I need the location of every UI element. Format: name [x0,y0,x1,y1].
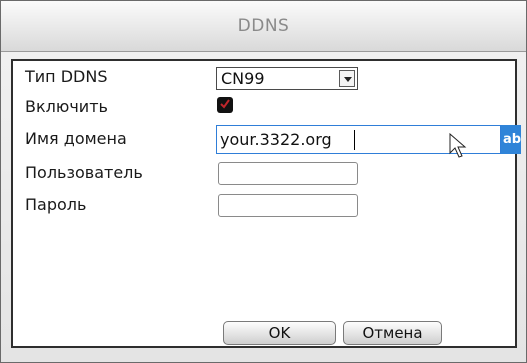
title-bar: DDNS [1,1,526,52]
domain-label: Имя домена [25,129,127,148]
window-title: DDNS [237,16,290,36]
check-icon [220,99,230,109]
enable-label: Включить [25,97,108,116]
user-label: Пользователь [25,163,143,182]
enable-checkbox[interactable] [217,97,233,113]
cancel-button[interactable]: Отмена [343,321,442,345]
ddns-dialog: DDNS Тип DDNS CN99 Включить Имя домена y… [0,0,527,363]
chevron-down-icon[interactable] [339,70,355,87]
text-caret [354,130,355,150]
domain-value: your.3322.org [220,130,332,149]
user-input[interactable] [218,162,358,185]
ddns-type-value: CN99 [221,69,265,88]
password-input[interactable] [218,194,358,217]
ddns-type-label: Тип DDNS [25,67,108,86]
password-label: Пароль [25,195,87,214]
ok-button[interactable]: OK [223,321,336,345]
ddns-type-select[interactable]: CN99 [216,67,358,90]
mouse-pointer-icon [449,133,467,158]
input-mode-badge[interactable]: ab [501,125,521,154]
